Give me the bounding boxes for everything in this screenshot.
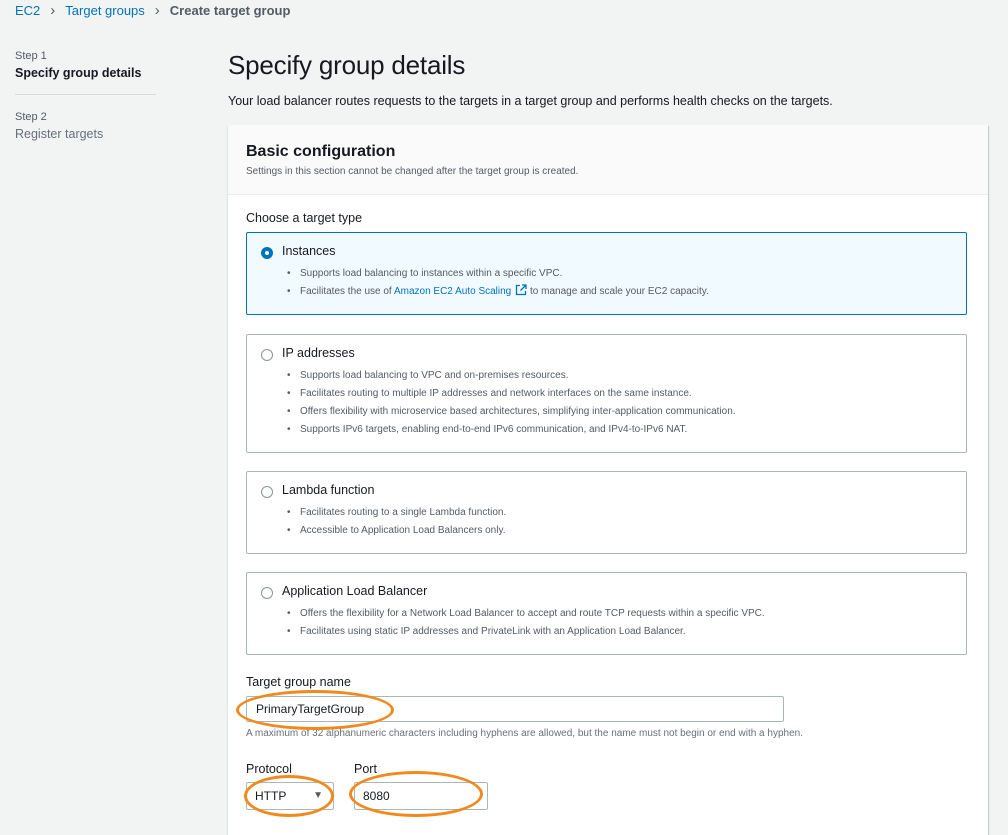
page-title: Specify group details bbox=[228, 50, 466, 80]
target-group-name-label: Target group name bbox=[246, 675, 351, 689]
target-group-name-hint: A maximum of 32 alphanumeric characters … bbox=[246, 728, 803, 739]
external-link-icon[interactable] bbox=[515, 284, 527, 303]
list-item: Offers flexibility with microservice bas… bbox=[285, 403, 736, 421]
lambda-bullets: Facilitates routing to a single Lambda f… bbox=[285, 504, 506, 540]
instances-bullets: Supports load balancing to instances wit… bbox=[285, 265, 709, 303]
basic-configuration-panel: Basic configuration Settings in this sec… bbox=[228, 125, 988, 835]
target-type-ip-card[interactable]: IP addresses Supports load balancing to … bbox=[246, 334, 967, 453]
page-description: Your load balancer routes requests to th… bbox=[228, 94, 833, 108]
list-item: Supports IPv6 targets, enabling end-to-e… bbox=[285, 421, 736, 439]
target-type-alb-card[interactable]: Application Load Balancer Offers the fle… bbox=[246, 572, 967, 655]
panel-subtitle: Settings in this section cannot be chang… bbox=[246, 166, 579, 177]
ip-bullets: Supports load balancing to VPC and on-pr… bbox=[285, 367, 736, 439]
lambda-radio[interactable] bbox=[261, 486, 273, 498]
list-item: Offers the flexibility for a Network Loa… bbox=[285, 605, 765, 623]
protocol-label: Protocol bbox=[246, 762, 292, 776]
step1-title[interactable]: Specify group details bbox=[15, 66, 156, 80]
instances-title: Instances bbox=[282, 244, 336, 258]
step-divider bbox=[15, 94, 156, 95]
ip-addresses-title: IP addresses bbox=[282, 346, 355, 360]
list-item: Facilitates routing to a single Lambda f… bbox=[285, 504, 506, 522]
panel-title: Basic configuration bbox=[246, 143, 396, 160]
target-type-instances-card[interactable]: Instances Supports load balancing to ins… bbox=[246, 232, 967, 315]
caret-down-icon: ▼ bbox=[313, 790, 323, 801]
bullet-text: to manage and scale your EC2 capacity. bbox=[527, 286, 709, 297]
list-item: Facilitates the use of Amazon EC2 Auto S… bbox=[285, 283, 709, 303]
ec2-auto-scaling-link[interactable]: Amazon EC2 Auto Scaling bbox=[394, 286, 511, 297]
target-type-lambda-card[interactable]: Lambda function Facilitates routing to a… bbox=[246, 471, 967, 554]
list-item: Facilitates routing to multiple IP addre… bbox=[285, 385, 736, 403]
target-type-label: Choose a target type bbox=[246, 211, 363, 225]
list-item: Supports load balancing to instances wit… bbox=[285, 265, 709, 283]
port-value: 8080 bbox=[363, 789, 390, 803]
protocol-value: HTTP bbox=[255, 789, 287, 803]
port-input[interactable]: 8080 bbox=[354, 782, 488, 810]
alb-bullets: Offers the flexibility for a Network Loa… bbox=[285, 605, 765, 641]
step2-title: Register targets bbox=[15, 127, 104, 141]
ip-addresses-radio[interactable] bbox=[261, 349, 273, 361]
step1-number: Step 1 bbox=[15, 50, 47, 62]
wizard-steps: Step 1 Specify group details Step 2 Regi… bbox=[15, 50, 156, 141]
target-group-name-input[interactable]: PrimaryTargetGroup bbox=[246, 696, 784, 722]
alb-radio[interactable] bbox=[261, 587, 273, 599]
list-item: Facilitates using static IP addresses an… bbox=[285, 623, 765, 641]
step2-number: Step 2 bbox=[15, 111, 47, 123]
chevron-right-icon: › bbox=[154, 1, 160, 19]
bullet-text: Facilitates the use of bbox=[300, 286, 394, 297]
protocol-select[interactable]: HTTP ▼ bbox=[246, 782, 334, 810]
breadcrumb-target-groups-link[interactable]: Target groups bbox=[65, 3, 145, 18]
list-item: Accessible to Application Load Balancers… bbox=[285, 522, 506, 540]
list-item: Supports load balancing to VPC and on-pr… bbox=[285, 367, 736, 385]
alb-title: Application Load Balancer bbox=[282, 584, 428, 598]
instances-radio[interactable] bbox=[261, 247, 273, 259]
breadcrumb-current: Create target group bbox=[169, 3, 291, 18]
breadcrumb: EC2 › Target groups › Create target grou… bbox=[15, 1, 291, 19]
lambda-title: Lambda function bbox=[282, 483, 375, 497]
port-label: Port bbox=[354, 762, 377, 776]
panel-header: Basic configuration Settings in this sec… bbox=[228, 125, 988, 195]
chevron-right-icon: › bbox=[50, 1, 56, 19]
breadcrumb-ec2-link[interactable]: EC2 bbox=[15, 3, 40, 18]
